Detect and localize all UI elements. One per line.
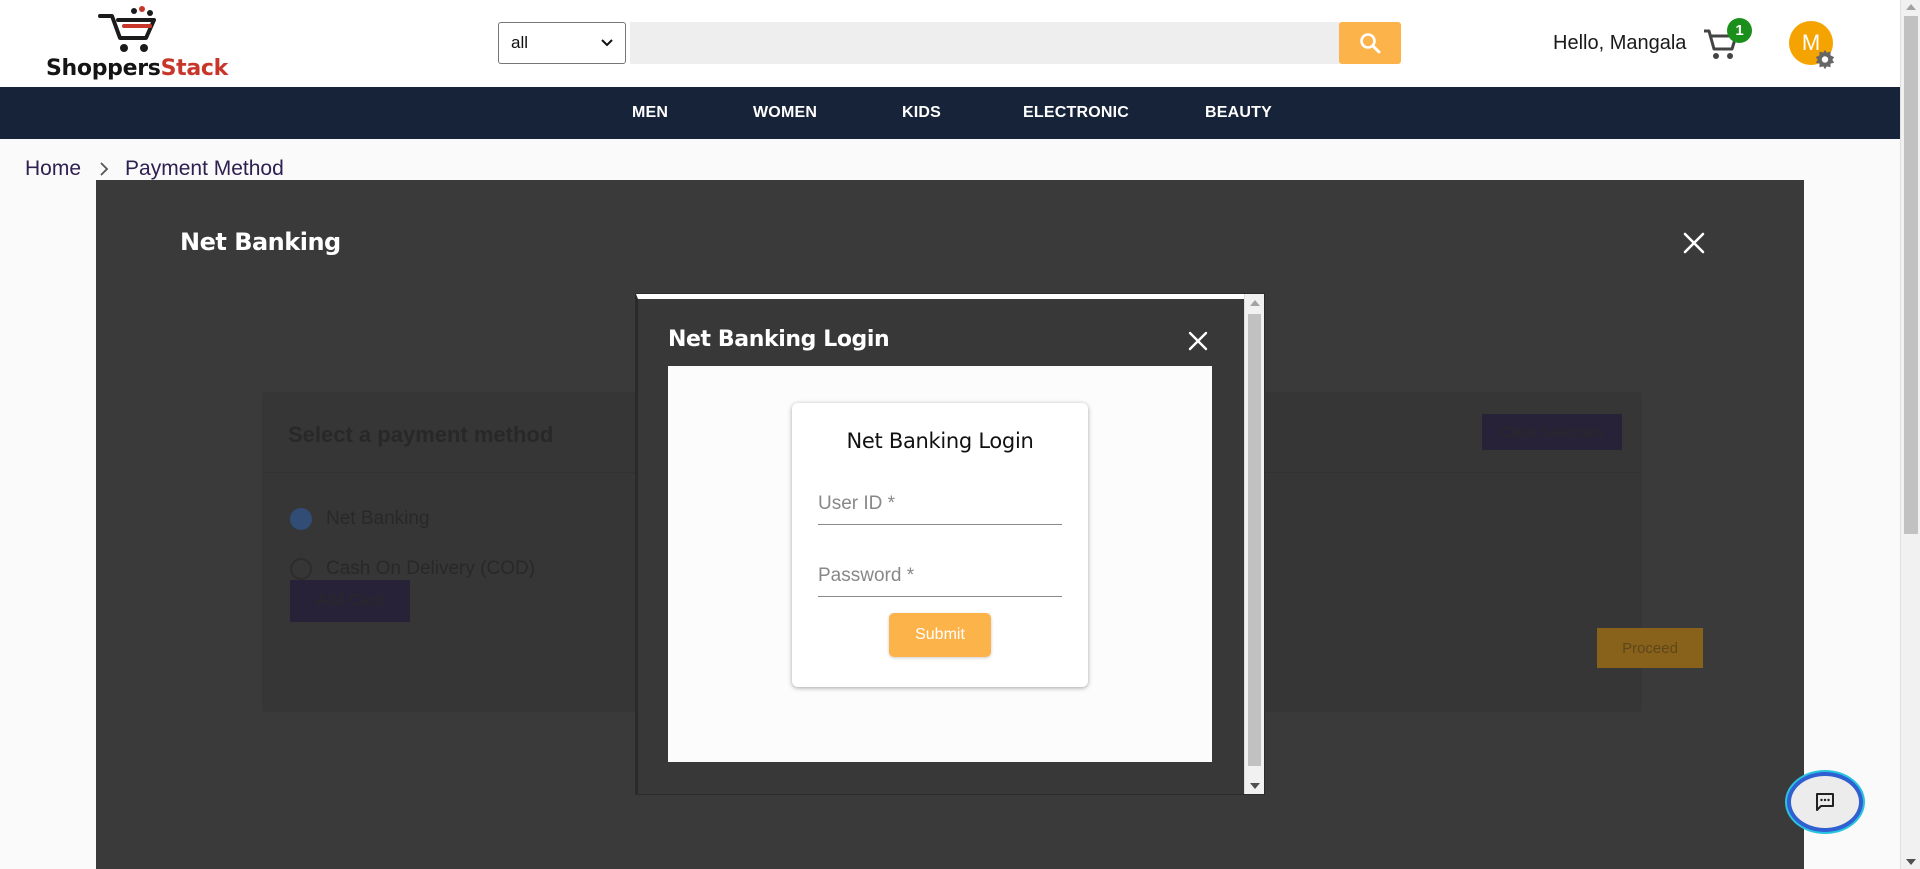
net-banking-login-dialog: Net Banking Login Net Banking Login User… xyxy=(636,294,1264,794)
page-scroll-up-arrow[interactable] xyxy=(1906,4,1916,10)
breadcrumb-home[interactable]: Home xyxy=(25,157,81,181)
radio-cod-label: Cash On Delivery (COD) xyxy=(326,558,536,579)
user-id-placeholder: User ID * xyxy=(818,493,896,514)
brand-logo[interactable]: ShoppersStack xyxy=(46,4,236,84)
breadcrumb-current: Payment Method xyxy=(125,157,284,180)
clear-selection-button[interactable]: Clear Selection xyxy=(1482,414,1622,450)
chevron-right-icon xyxy=(100,162,109,176)
search-icon xyxy=(1360,33,1381,54)
nav-item-women[interactable]: WOMEN xyxy=(753,87,817,139)
add-card-button[interactable]: Add Card xyxy=(290,580,410,622)
category-select-value: all xyxy=(511,33,529,52)
breadcrumb: Home Payment Method xyxy=(25,157,284,181)
page-scroll-thumb[interactable] xyxy=(1904,16,1918,534)
payment-card-title: Select a payment method xyxy=(288,422,554,447)
proceed-button[interactable]: Proceed xyxy=(1597,628,1703,668)
chat-button[interactable] xyxy=(1787,772,1863,832)
scroll-down-arrow[interactable] xyxy=(1250,783,1260,789)
login-frame: Net Banking Login User ID * Password * S… xyxy=(668,366,1212,762)
chevron-down-icon xyxy=(601,39,613,47)
category-select[interactable]: all xyxy=(498,22,626,64)
brand-name: ShoppersStack xyxy=(46,56,228,81)
category-nav: MEN WOMEN KIDS ELECTRONIC BEAUTY xyxy=(0,87,1900,139)
login-card: Net Banking Login User ID * Password * S… xyxy=(792,403,1088,687)
chat-icon xyxy=(1816,793,1834,811)
nav-item-kids[interactable]: KIDS xyxy=(902,87,941,139)
header: ShoppersStack all Hello, Mangala 1 M xyxy=(0,0,1900,87)
cart-count-badge: 1 xyxy=(1727,18,1752,43)
radio-net-banking[interactable] xyxy=(290,508,312,530)
radio-cod[interactable] xyxy=(290,558,312,580)
page-scroll-down-arrow[interactable] xyxy=(1906,859,1916,865)
search-input[interactable] xyxy=(630,22,1340,64)
user-id-field[interactable]: User ID * xyxy=(818,487,1062,525)
search-button[interactable] xyxy=(1339,22,1401,64)
user-greeting: Hello, Mangala xyxy=(1553,32,1687,54)
modal-title: Net Banking xyxy=(180,228,341,256)
close-icon[interactable] xyxy=(1186,329,1210,353)
close-icon[interactable] xyxy=(1681,230,1707,256)
scroll-up-arrow[interactable] xyxy=(1250,300,1260,306)
password-placeholder: Password * xyxy=(818,565,915,586)
login-title: Net Banking Login xyxy=(846,429,1034,453)
nav-item-beauty[interactable]: BEAUTY xyxy=(1205,87,1272,139)
submit-button[interactable]: Submit xyxy=(889,613,991,657)
page-scrollbar[interactable] xyxy=(1900,0,1920,869)
gear-icon[interactable] xyxy=(1814,48,1836,70)
dialog-scrollbar[interactable] xyxy=(1244,294,1264,794)
dialog-title: Net Banking Login xyxy=(668,327,890,352)
cart-logo-icon xyxy=(98,6,156,52)
scroll-thumb[interactable] xyxy=(1248,314,1261,766)
password-field[interactable]: Password * xyxy=(818,559,1062,597)
nav-item-men[interactable]: MEN xyxy=(632,87,668,139)
nav-item-electronic[interactable]: ELECTRONIC xyxy=(1023,87,1129,139)
radio-net-banking-label: Net Banking xyxy=(326,508,430,529)
